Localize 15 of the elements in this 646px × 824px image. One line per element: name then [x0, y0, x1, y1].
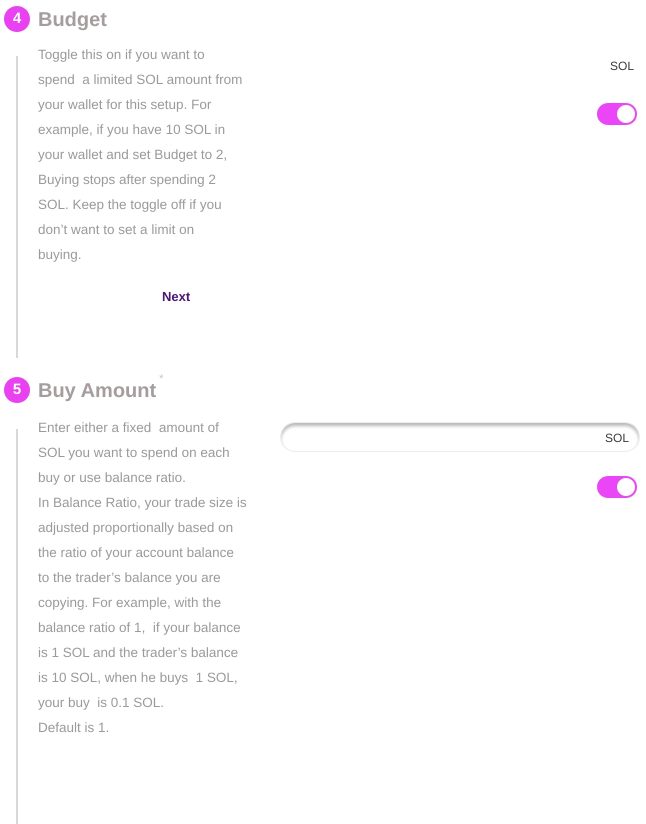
unit-label: SOL	[604, 430, 629, 445]
step-number-badge: 5	[4, 377, 30, 403]
toggle-switch[interactable]	[597, 476, 637, 498]
step-number-badge: 4	[4, 6, 30, 32]
next-button[interactable]: Next	[146, 281, 206, 313]
required-asterisk: *	[159, 374, 164, 385]
step-title: Buy Amount	[38, 379, 156, 404]
unit-label: SOL	[610, 59, 634, 73]
description-text: Toggle this on if you want to spend a limited SOL amount from your wallet for this setup. For example, if you have 10 SOL in your wallet and set Budget to 2, Buying stops after spending 2 SOL. Keep the toggle off if you don’t want to set a limit on buying.	[38, 46, 244, 264]
amount-field[interactable]: SOL	[280, 422, 640, 452]
description-text: In Balance Ratio, your trade size is adjusted proportionally based on the ratio of your account balance to the trader’s balance you are copying. For example, with the balance ratio of 1, if your balance is 1 SOL and the trader’s balance is 10 SOL, when he buys 1 SOL, your buy is 0.1 SOL.	[38, 494, 248, 712]
toggle-switch[interactable]	[597, 103, 637, 125]
description-text: Enter either a fixed amount of SOL you want to spend on each buy or use balance ratio.	[38, 419, 231, 487]
description-text: Default is 1.	[38, 719, 110, 737]
step-title: Budget	[38, 8, 107, 33]
